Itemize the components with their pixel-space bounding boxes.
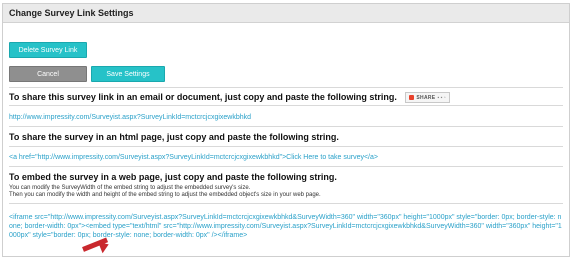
embed-heading: To embed the survey in a web page, just …: [9, 172, 337, 182]
html-embed-field[interactable]: <a href="http://www.impressity.com/Surve…: [9, 154, 378, 161]
share-heading: To share this survey link in an email or…: [9, 92, 450, 104]
cancel-button[interactable]: Cancel: [9, 66, 87, 82]
survey-url-field[interactable]: http://www.impressity.com/Surveyist.aspx…: [9, 114, 251, 121]
embed-note: Then you can modify the width and height…: [9, 192, 321, 198]
share-network-icons: ▪ ▪ ▫: [437, 94, 446, 101]
share-heading-text: To share this survey link in an email or…: [9, 92, 397, 102]
divider: [9, 146, 563, 147]
delete-survey-link-button[interactable]: Delete Survey Link: [9, 42, 87, 58]
divider: [9, 87, 563, 88]
divider: [9, 166, 563, 167]
embed-note: You can modify the SurveyWidth of the em…: [9, 185, 251, 191]
iframe-embed-field[interactable]: <iframe src="http://www.impressity.com/S…: [9, 213, 565, 240]
settings-panel: Change Survey Link Settings Delete Surve…: [2, 3, 570, 257]
share-widget[interactable]: SHARE ▪ ▪ ▫: [405, 92, 450, 104]
panel-title: Change Survey Link Settings: [3, 4, 569, 23]
share-label: SHARE: [416, 94, 436, 101]
save-settings-button[interactable]: Save Settings: [91, 66, 165, 82]
divider: [9, 126, 563, 127]
divider: [9, 105, 563, 106]
divider: [9, 203, 563, 204]
share-icon: [409, 95, 415, 101]
html-heading: To share the survey in an html page, jus…: [9, 132, 339, 142]
